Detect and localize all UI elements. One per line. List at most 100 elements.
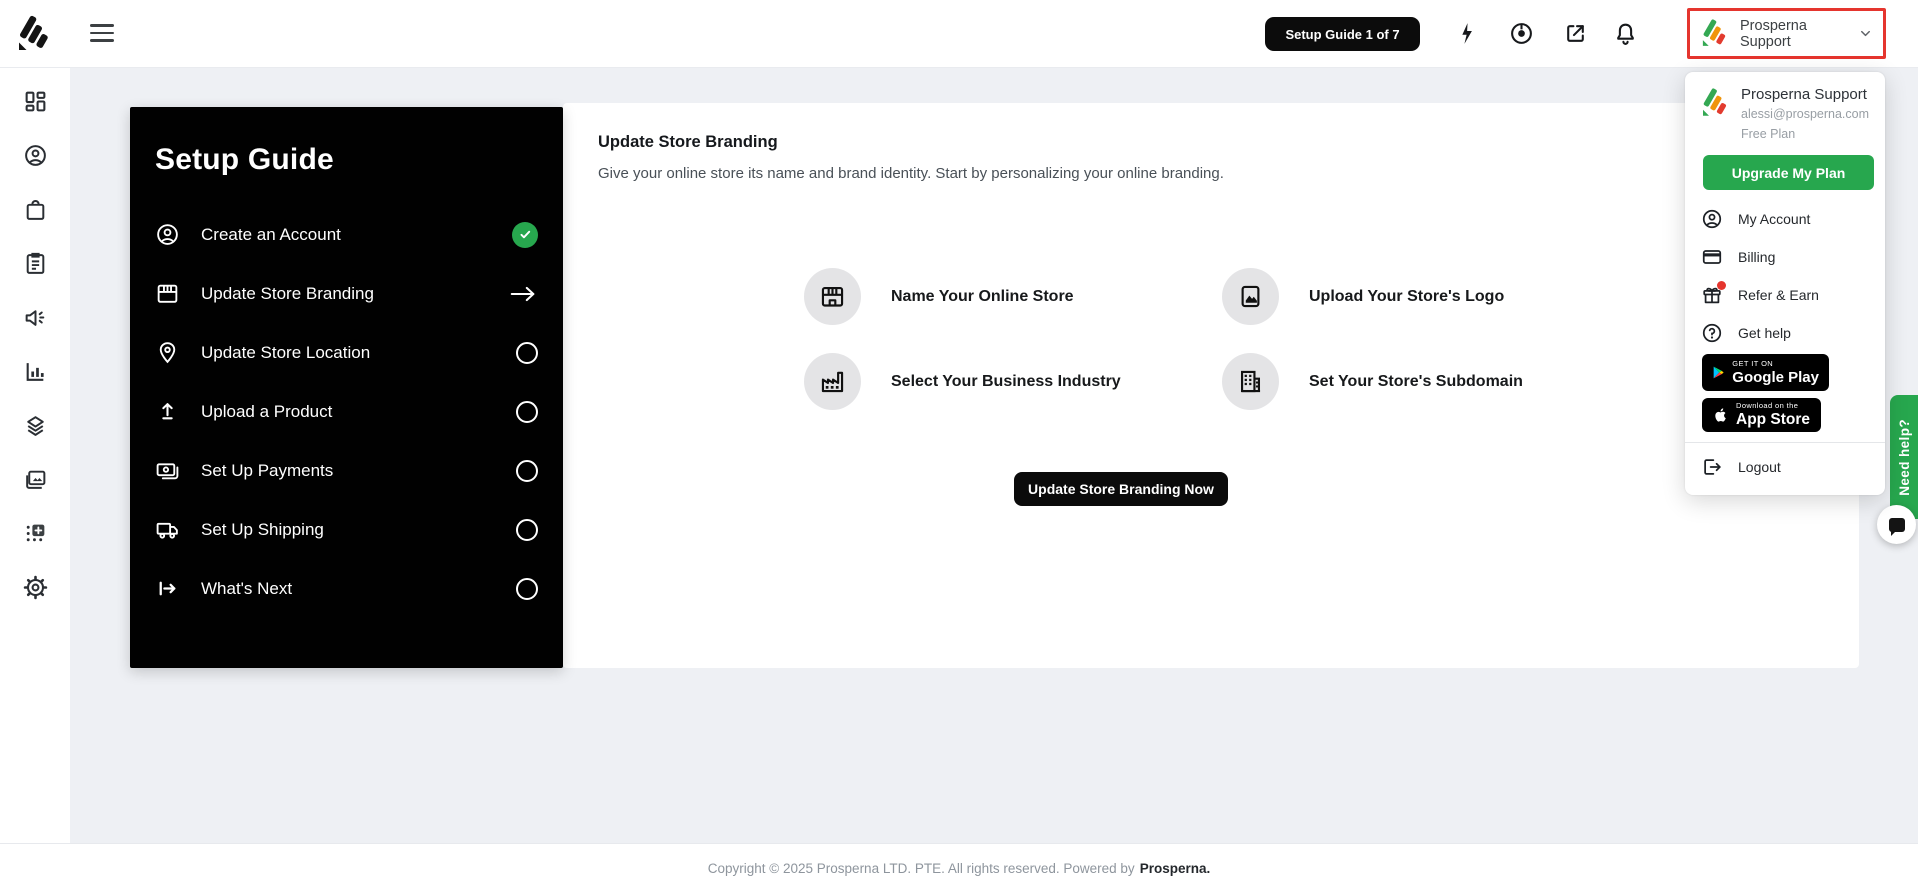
- clipboard-icon: [26, 252, 44, 274]
- arrow-from-bar-icon: [159, 581, 176, 596]
- sidebar-item-apps[interactable]: [23, 521, 48, 546]
- need-help-tab[interactable]: Need help?: [1890, 395, 1918, 519]
- shopping-bag-icon: [26, 200, 44, 220]
- setup-step-update-store-branding[interactable]: Update Store Branding: [130, 264, 563, 323]
- setup-step-whats-next[interactable]: What's Next: [130, 559, 563, 618]
- gear-icon: [23, 575, 47, 600]
- step-pending-circle: [516, 518, 538, 541]
- card-title: Update Store Branding: [598, 133, 778, 151]
- sidebar: [0, 68, 70, 843]
- setup-guide-detail-card: Update Store Branding Give your online s…: [563, 103, 1859, 668]
- topbar: Setup Guide 1 of 7 Prosperna Support: [0, 0, 1918, 68]
- user-circle-icon: [1702, 209, 1722, 229]
- step-complete-check-icon: [512, 221, 538, 248]
- factory-icon: [804, 353, 861, 410]
- apple-icon: [1715, 407, 1726, 422]
- truck-icon: [156, 522, 178, 539]
- setup-step-create-account[interactable]: Create an Account: [130, 205, 563, 264]
- google-play-icon: [1713, 366, 1724, 379]
- menu-toggle-button[interactable]: [90, 24, 116, 44]
- sidebar-item-dashboard[interactable]: [23, 89, 48, 114]
- logout-icon: [1704, 459, 1721, 475]
- copyright-text: Copyright © 2025 Prosperna LTD. PTE. All…: [707, 860, 1135, 876]
- upgrade-my-plan-button[interactable]: Upgrade My Plan: [1703, 155, 1874, 190]
- gift-icon: [1701, 281, 1726, 306]
- map-pin-icon: [159, 342, 176, 364]
- megaphone-icon: [25, 310, 44, 326]
- sidebar-item-integrations[interactable]: [23, 413, 48, 438]
- account-summary: Prosperna Support alessi@prosperna.com F…: [1685, 85, 1885, 144]
- user-circle-icon: [157, 224, 178, 245]
- chat-widget-button[interactable]: [1877, 505, 1916, 544]
- sidebar-item-settings[interactable]: [23, 575, 48, 600]
- prosperna-color-logo-icon: [1699, 87, 1731, 119]
- menu-item-logout[interactable]: Logout: [1685, 448, 1885, 486]
- update-store-branding-now-button[interactable]: Update Store Branding Now: [1014, 472, 1228, 506]
- step-pending-circle: [516, 459, 538, 482]
- step-pending-circle: [516, 577, 538, 600]
- feature-business-industry: Select Your Business Industry: [804, 353, 1121, 410]
- storefront-icon: [157, 284, 178, 303]
- google-play-badge[interactable]: GET IT ON Google Play: [1702, 354, 1829, 391]
- quick-actions-lightning-icon[interactable]: [1453, 21, 1479, 47]
- office-building-icon: [1222, 353, 1279, 410]
- notification-dot: [1717, 281, 1726, 290]
- app-root: Setup Guide 1 of 7 Prosperna Support Upd…: [0, 0, 1918, 892]
- feature-store-subdomain: Set Your Store's Subdomain: [1222, 353, 1523, 410]
- sidebar-item-analytics[interactable]: [23, 359, 48, 384]
- account-email: alessi@prosperna.com: [1741, 107, 1870, 122]
- footer: Copyright © 2025 Prosperna LTD. PTE. All…: [0, 843, 1918, 892]
- account-name-label: Prosperna Support: [1740, 17, 1807, 50]
- sidebar-item-media[interactable]: [23, 467, 48, 492]
- help-circle-icon: [1702, 323, 1722, 343]
- payments-icon: [156, 463, 179, 480]
- menu-item-refer-earn[interactable]: Refer & Earn: [1685, 276, 1885, 314]
- prosperna-logo-icon: [14, 14, 54, 54]
- menu-item-get-help[interactable]: Get help: [1685, 314, 1885, 352]
- apps-plus-icon: [26, 524, 44, 542]
- sidebar-item-orders[interactable]: [23, 197, 48, 222]
- chevron-down-icon: [1861, 30, 1870, 37]
- account-avatar-logo-icon: [1699, 18, 1730, 49]
- goal-disc-icon[interactable]: [1508, 21, 1534, 47]
- app-store-badge[interactable]: Download on the App Store: [1702, 398, 1821, 432]
- menu-item-billing[interactable]: Billing: [1685, 238, 1885, 276]
- chat-bubble-icon: [1888, 517, 1905, 536]
- feature-name-your-store: Name Your Online Store: [804, 268, 1074, 325]
- card-description: Give your online store its name and bran…: [598, 165, 1224, 182]
- upload-icon: [162, 403, 173, 420]
- credit-card-icon: [1702, 250, 1722, 264]
- branding-features: Name Your Online Store Upload Your Store…: [563, 268, 1859, 498]
- image-icon: [1222, 268, 1279, 325]
- step-pending-circle: [516, 341, 538, 364]
- layers-icon: [26, 416, 44, 436]
- account-menu-button[interactable]: Prosperna Support: [1687, 8, 1886, 59]
- footer-brand-link[interactable]: Prosperna.: [1140, 861, 1211, 876]
- setup-guide-progress-button[interactable]: Setup Guide 1 of 7: [1265, 17, 1420, 51]
- setup-guide-panel: Setup Guide Create an Account Update Sto…: [130, 107, 563, 668]
- account-name: Prosperna Support: [1741, 86, 1867, 103]
- setup-step-set-up-shipping[interactable]: Set Up Shipping: [130, 500, 563, 559]
- setup-step-set-up-payments[interactable]: Set Up Payments: [130, 441, 563, 500]
- sidebar-item-marketing[interactable]: [23, 305, 48, 330]
- app-store-badges: GET IT ON Google Play Download on the Ap…: [1685, 352, 1885, 432]
- account-plan: Free Plan: [1741, 126, 1796, 141]
- account-dropdown-menu: Prosperna Support alessi@prosperna.com F…: [1685, 72, 1885, 495]
- bar-chart-icon: [26, 363, 44, 381]
- storefront-icon: [804, 268, 861, 325]
- setup-step-update-store-location[interactable]: Update Store Location: [130, 323, 563, 382]
- step-current-arrow-icon: [510, 286, 535, 301]
- menu-item-my-account[interactable]: My Account: [1685, 200, 1885, 238]
- sidebar-item-customers[interactable]: [23, 143, 48, 168]
- dashboard-icon: [25, 91, 45, 112]
- sidebar-item-products[interactable]: [23, 251, 48, 276]
- setup-guide-list: Create an Account Update Store Branding …: [130, 205, 563, 618]
- setup-guide-title: Setup Guide: [155, 143, 334, 176]
- step-pending-circle: [516, 400, 538, 423]
- customers-icon: [24, 145, 46, 166]
- view-store-external-link-icon[interactable]: [1562, 21, 1588, 47]
- feature-upload-logo: Upload Your Store's Logo: [1222, 268, 1504, 325]
- setup-step-upload-a-product[interactable]: Upload a Product: [130, 382, 563, 441]
- media-library-icon: [25, 470, 45, 489]
- notifications-bell-icon[interactable]: [1612, 21, 1638, 47]
